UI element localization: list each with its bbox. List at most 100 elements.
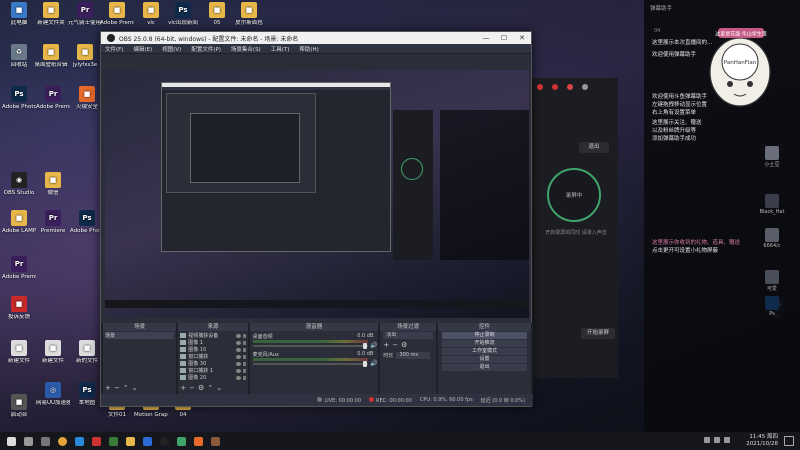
side-user[interactable]: 小土豆 — [752, 146, 792, 168]
lock-icon[interactable] — [242, 333, 246, 338]
source-item[interactable]: 视频捕获设备 — [180, 332, 246, 339]
desktop-icon[interactable]: ■ 05 — [200, 2, 234, 27]
lock-icon[interactable] — [242, 340, 246, 345]
app2-taskbar-icon[interactable] — [106, 434, 120, 448]
add-scene-icon[interactable]: + — [105, 384, 111, 392]
desktop-icon[interactable]: Ps 本地图 — [70, 382, 104, 407]
desktop-icon[interactable]: ■ 启动台 — [2, 394, 36, 419]
visibility-eye-icon[interactable] — [235, 340, 241, 345]
desktop-icon[interactable]: ■ 皮尔斯面包 — [232, 2, 266, 27]
close-button[interactable]: ✕ — [513, 34, 531, 42]
source-item[interactable]: 图像 1 — [180, 339, 246, 346]
desktop-icon[interactable]: Pr Adobe Premiere — [2, 256, 36, 281]
lock-icon[interactable] — [242, 361, 246, 366]
volume-slider-handle[interactable] — [362, 343, 367, 349]
desktop-icon[interactable]: ■ 投诉反馈 — [2, 296, 36, 321]
lock-icon[interactable] — [552, 84, 558, 90]
volume-icon[interactable] — [714, 437, 720, 443]
app3-taskbar-icon[interactable] — [191, 434, 205, 448]
desktop-icon[interactable]: ◎ 网易UU加速器 — [36, 382, 70, 407]
start-record-button[interactable]: 开始录屏 — [581, 328, 615, 339]
search-taskbar-icon[interactable] — [21, 434, 35, 448]
desktop-icon[interactable]: ■ Adobe LAMP — [2, 210, 36, 235]
desktop-icon[interactable]: ■ 桌面壁纸合辑 — [34, 44, 68, 69]
move-up-icon[interactable]: ⌃ — [207, 384, 213, 392]
taskview-taskbar-icon[interactable] — [38, 434, 52, 448]
add-source-icon[interactable]: + — [180, 384, 186, 392]
duration-input[interactable]: 300 ms — [396, 352, 430, 359]
visibility-eye-icon[interactable] — [235, 354, 241, 359]
clock[interactable]: 11:45 周四 2021/10/28 — [746, 434, 778, 448]
move-down-icon[interactable]: ⌄ — [132, 384, 138, 392]
desktop-icon[interactable]: ■ vlc — [134, 2, 168, 27]
obs-taskbar-icon[interactable] — [157, 434, 171, 448]
desktop-icon[interactable]: Pr Adobe Premiere — [36, 86, 70, 111]
menu-item[interactable]: 配置文件(P) — [191, 45, 221, 53]
desktop-icon[interactable]: ■ 新建文件夹 — [34, 2, 68, 27]
desktop-icon[interactable]: ■ 新建文件 — [2, 340, 36, 365]
app4-taskbar-icon[interactable] — [208, 434, 222, 448]
visibility-eye-icon[interactable] — [235, 347, 241, 352]
notification-icon[interactable] — [784, 436, 794, 446]
minimize-button[interactable]: — — [477, 34, 495, 42]
menu-item[interactable]: 帮助(H) — [299, 45, 318, 53]
control-button[interactable]: 退出 — [441, 364, 527, 371]
qq-taskbar-icon[interactable] — [140, 434, 154, 448]
menu-item[interactable]: 文件(F) — [105, 45, 123, 53]
visibility-eye-icon[interactable] — [235, 375, 241, 380]
maximize-button[interactable]: ☐ — [495, 34, 513, 42]
side-user[interactable]: Black_Hat — [752, 194, 792, 215]
remove-transition-icon[interactable]: − — [392, 341, 398, 349]
desktop-icon[interactable]: ◉ OBS Studio — [2, 172, 36, 197]
side-user[interactable]: 6664/c — [752, 228, 792, 249]
speaker-icon[interactable]: 🔊 — [370, 342, 377, 349]
desktop-icon[interactable]: Pr 元气骑士使用教程 — [68, 2, 102, 27]
record-dot-icon[interactable] — [537, 84, 543, 90]
app1-taskbar-icon[interactable] — [89, 434, 103, 448]
source-item[interactable]: 图像 10 — [180, 346, 246, 353]
control-button[interactable]: 开始推流 — [441, 340, 527, 347]
desktop-icon[interactable]: ■ 火绒安全 — [70, 86, 104, 111]
volume-slider-handle[interactable] — [362, 361, 367, 367]
visibility-eye-icon[interactable] — [235, 333, 241, 338]
menu-item[interactable]: 工具(T) — [271, 45, 290, 53]
desktop-icon[interactable]: Ps vlc出现新闻 — [166, 2, 200, 27]
source-item[interactable]: 图像 20 — [180, 374, 246, 381]
lock-icon[interactable] — [242, 354, 246, 359]
source-item[interactable]: 窗口捕获 — [180, 353, 246, 360]
move-up-icon[interactable]: ⌃ — [123, 384, 129, 392]
desktop-icon[interactable]: Pr Premiere — [36, 210, 70, 235]
volume-slider[interactable] — [252, 363, 368, 365]
control-button[interactable]: 停止录制 — [441, 332, 527, 339]
explorer-taskbar-icon[interactable] — [123, 434, 137, 448]
remove-source-icon[interactable]: − — [189, 384, 195, 392]
move-down-icon[interactable]: ⌄ — [216, 384, 222, 392]
scene-item[interactable]: 场景 — [105, 332, 175, 339]
desktop-icon[interactable]: ■ 新的文件 — [70, 340, 104, 365]
desktop-icon[interactable]: ■ 新建文件 — [36, 340, 70, 365]
desktop-icon[interactable]: ■ Adobe Premier — [100, 2, 134, 27]
volume-slider[interactable] — [252, 345, 368, 347]
transition-type-select[interactable]: 淡出 — [383, 332, 433, 339]
side-user[interactable]: 可爱 — [752, 270, 792, 292]
start-taskbar-icon[interactable] — [4, 434, 18, 448]
obs-preview[interactable] — [105, 70, 529, 318]
lock-icon[interactable] — [242, 347, 246, 352]
record-ring[interactable]: 录屏中 — [547, 168, 601, 222]
lock-icon[interactable] — [242, 375, 246, 380]
control-button[interactable]: 设置 — [441, 356, 527, 363]
wechat-taskbar-icon[interactable] — [174, 434, 188, 448]
side-user[interactable]: Ps — [752, 296, 792, 317]
network-icon[interactable] — [704, 437, 710, 443]
transition-settings-icon[interactable]: ⚙ — [401, 341, 407, 349]
ime-icon[interactable] — [724, 437, 730, 443]
desktop-icon[interactable]: Ps Adobe Photoshop — [70, 210, 104, 235]
chrome-taskbar-icon[interactable] — [55, 434, 69, 448]
gear-icon[interactable] — [567, 84, 573, 90]
visibility-eye-icon[interactable] — [235, 368, 241, 373]
add-transition-icon[interactable]: + — [383, 341, 389, 349]
speaker-icon[interactable]: 🔊 — [370, 360, 377, 367]
remove-scene-icon[interactable]: − — [114, 384, 120, 392]
exit-button[interactable]: 退出 — [579, 142, 609, 153]
desktop-icon[interactable]: ♻ 回收站 — [2, 44, 36, 69]
